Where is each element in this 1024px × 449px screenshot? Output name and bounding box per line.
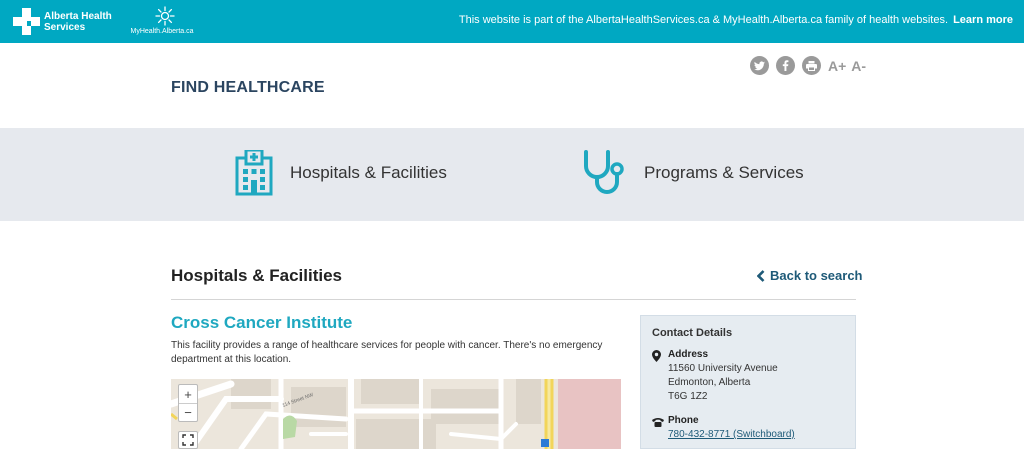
myhealth-alberta-logo[interactable]: MyHealth.Alberta.ca <box>130 6 200 35</box>
site-header-bar: Alberta Health Services MyHealth.Alberta… <box>0 0 1024 43</box>
category-programs-label: Programs & Services <box>644 163 804 182</box>
family-message-text: This website is part of the AlbertaHealt… <box>458 14 949 26</box>
phone-link[interactable]: 780-432-8771 (Switchboard) <box>668 429 795 440</box>
decrease-text-size-button[interactable]: A- <box>851 58 866 74</box>
category-programs-services[interactable]: Programs & Services <box>580 150 804 196</box>
twitter-icon[interactable] <box>750 56 769 75</box>
phone-label: Phone <box>668 415 699 426</box>
map-pin-icon <box>652 350 661 362</box>
map-zoom-out-button[interactable]: − <box>179 403 197 421</box>
address-line-1: 11560 University Avenue <box>668 363 778 374</box>
address-line-2: Edmonton, Alberta <box>668 377 751 388</box>
family-of-sites-message: This website is part of the AlbertaHealt… <box>459 14 1013 26</box>
address-label: Address <box>668 349 709 360</box>
sun-icon <box>155 6 175 26</box>
map-tiles: 114 Street NW <box>171 379 621 449</box>
alberta-health-services-logo[interactable]: Alberta Health Services <box>13 8 114 35</box>
map-fullscreen-button[interactable] <box>178 431 198 449</box>
facility-map[interactable]: 114 Street NW + − <box>171 379 621 449</box>
chevron-left-icon <box>757 269 765 282</box>
ahs-cross-icon <box>13 8 40 35</box>
facebook-icon[interactable] <box>776 56 795 75</box>
myhealth-logo-text: MyHealth.Alberta.ca <box>130 28 194 35</box>
category-hospitals-label: Hospitals & Facilities <box>290 163 447 182</box>
map-zoom-in-button[interactable]: + <box>179 385 197 403</box>
share-toolbar: A+ A- <box>750 56 871 75</box>
facility-name: Cross Cancer Institute <box>171 313 353 332</box>
print-icon[interactable] <box>802 56 821 75</box>
back-to-search-link[interactable]: Back to search <box>757 268 863 283</box>
section-divider <box>171 299 856 300</box>
phone-icon <box>652 418 664 427</box>
category-hospitals-facilities[interactable]: Hospitals & Facilities <box>234 150 447 196</box>
facility-description: This facility provides a range of health… <box>171 340 603 365</box>
category-band: Hospitals & Facilities Programs & Servic… <box>0 128 1024 221</box>
learn-more-link[interactable]: Learn more <box>953 14 1013 26</box>
address-line-3: T6G 1Z2 <box>668 391 708 402</box>
contact-details-panel: Contact Details Address 11560 University… <box>640 315 856 449</box>
section-title: Hospitals & Facilities <box>171 266 342 285</box>
back-to-search-label: Back to search <box>770 268 863 283</box>
stethoscope-icon <box>584 150 624 194</box>
page-title: FIND HEALTHCARE <box>171 79 325 96</box>
increase-text-size-button[interactable]: A+ <box>828 58 846 74</box>
hospital-building-icon <box>235 150 273 196</box>
ahs-logo-text: Alberta Health Services <box>44 10 112 33</box>
contact-heading: Contact Details <box>652 327 733 339</box>
fullscreen-icon <box>182 434 194 446</box>
map-zoom-control: + − <box>178 384 198 422</box>
